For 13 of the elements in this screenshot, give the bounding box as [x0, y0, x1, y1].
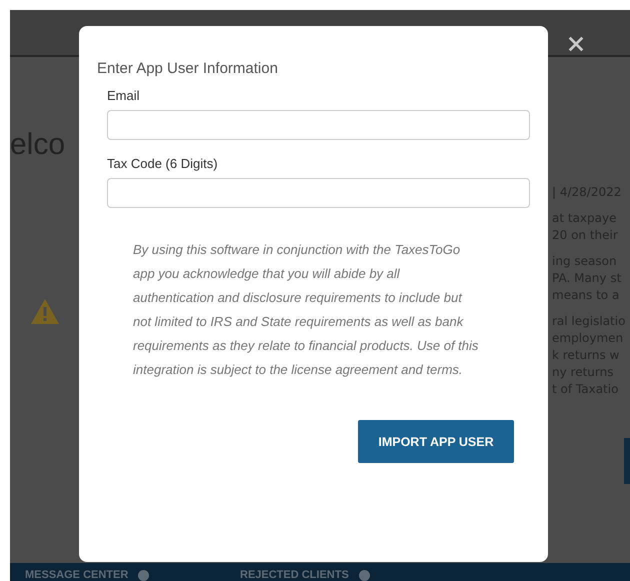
count-badge-icon [358, 570, 370, 581]
input-field[interactable] [107, 178, 530, 208]
close-icon[interactable] [567, 34, 585, 52]
dialog-title: Enter App User Information [97, 60, 279, 78]
input-field[interactable] [107, 110, 530, 140]
notice-text: By using this software in conjunction with the TaxesToGo app you acknowledge that you will abide by all authentication and disclosure requirements to include but not limited to IRS and State requirements as well as bank requirements as they relate to financial products. Use of this integration is subject to the license agreement and terms. [133, 241, 480, 379]
bottom-tab[interactable]: MESSAGE CENTER [25, 570, 128, 581]
bottom-tab[interactable]: REJECTED CLIENTS [240, 570, 349, 581]
field-label: Email [107, 88, 141, 104]
warning-icon [30, 298, 60, 325]
field-label: Tax Code (6 Digits) [107, 156, 219, 172]
count-badge-icon [138, 570, 150, 581]
import-button[interactable]: IMPORT APP USER [358, 420, 514, 463]
